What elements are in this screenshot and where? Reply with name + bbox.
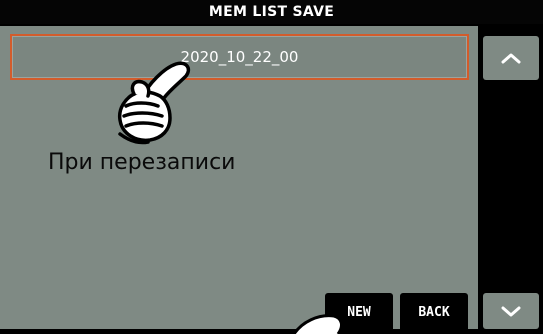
list-item-selected[interactable]: 2020_10_22_00 bbox=[10, 34, 469, 80]
chevron-up-icon bbox=[500, 52, 522, 64]
back-button[interactable]: BACK bbox=[400, 293, 468, 333]
pointing-hand-icon-partial bbox=[288, 310, 348, 334]
scroll-down-button[interactable] bbox=[483, 293, 539, 329]
pointing-hand-icon bbox=[104, 54, 200, 146]
chevron-down-icon bbox=[500, 305, 522, 317]
scroll-up-button[interactable] bbox=[483, 36, 539, 80]
window-title: MEM LIST SAVE bbox=[0, 0, 543, 24]
annotation-caption: При перезаписи bbox=[48, 150, 236, 175]
